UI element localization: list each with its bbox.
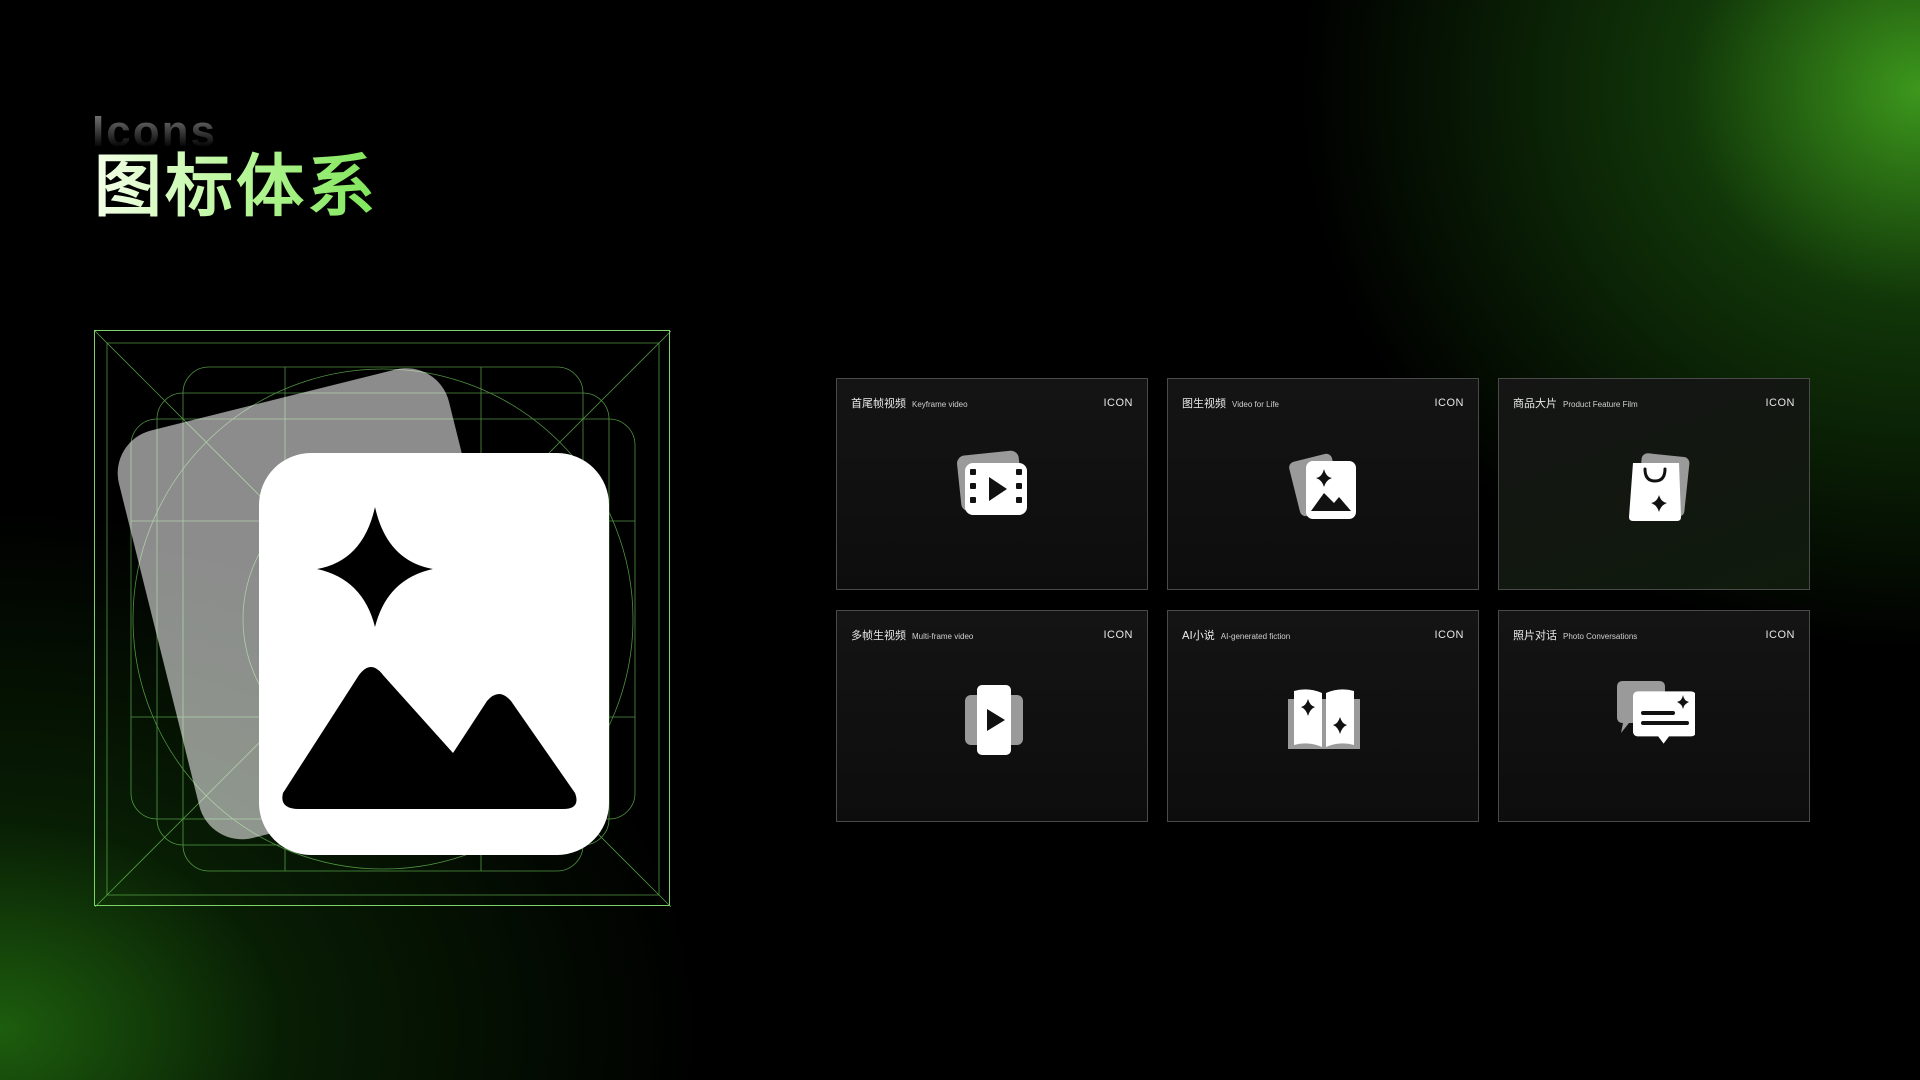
page-title: 图标体系 [94, 148, 379, 227]
card-tag: ICON [1765, 397, 1795, 409]
card-title-en: Multi-frame video [912, 632, 974, 641]
card-tag: ICON [1103, 397, 1133, 409]
icon-card-ai-generated-fiction[interactable]: AI小说 AI-generated fiction ICON [1167, 610, 1479, 822]
card-title-en: Video for Life [1232, 400, 1279, 409]
sparkle-book-icon [1288, 689, 1360, 749]
card-title-cn: 首尾帧视频 [851, 397, 906, 410]
card-tag: ICON [1103, 629, 1133, 641]
chat-bubble-icon [1617, 681, 1695, 744]
card-title-cn: 照片对话 [1513, 629, 1557, 642]
icon-card-product-feature-film[interactable]: 商品大片 Product Feature Film ICON [1498, 378, 1810, 590]
icon-card-video-for-life[interactable]: 图生视频 Video for Life ICON [1167, 378, 1479, 590]
card-tag: ICON [1434, 629, 1464, 641]
card-label: 多帧生视频 Multi-frame video [851, 627, 973, 643]
card-tag: ICON [1434, 397, 1464, 409]
film-play-icon [957, 450, 1027, 515]
card-title-cn: 商品大片 [1513, 397, 1557, 410]
card-title-en: Keyframe video [912, 400, 968, 409]
card-label: 照片对话 Photo Conversations [1513, 627, 1637, 643]
card-title-en: Photo Conversations [1563, 632, 1638, 641]
card-tag: ICON [1765, 629, 1795, 641]
card-title-en: AI-generated fiction [1220, 632, 1291, 641]
sparkle-image-icon [117, 368, 609, 855]
card-label: 商品大片 Product Feature Film [1513, 395, 1638, 411]
card-label: 首尾帧视频 Keyframe video [851, 395, 968, 411]
title-english: Icons [92, 108, 217, 148]
play-stack-icon [965, 685, 1023, 755]
hero-icon-grid [94, 330, 671, 907]
icon-card-keyframe-video[interactable]: 首尾帧视频 Keyframe video ICON [836, 378, 1148, 590]
shopping-bag-icon [1629, 453, 1690, 521]
card-label: 图生视频 Video for Life [1182, 395, 1279, 411]
icon-card-photo-conversations[interactable]: 照片对话 Photo Conversations ICON [1498, 610, 1810, 822]
card-title-cn: 图生视频 [1182, 397, 1226, 410]
card-title-en: Product Feature Film [1563, 400, 1638, 409]
card-label: AI小说 AI-generated fiction [1182, 627, 1290, 643]
sparkle-image-icon [1289, 453, 1356, 519]
card-title-cn: AI小说 [1182, 629, 1215, 642]
icon-card-multi-frame-video[interactable]: 多帧生视频 Multi-frame video ICON [836, 610, 1148, 822]
card-title-cn: 多帧生视频 [851, 629, 906, 642]
